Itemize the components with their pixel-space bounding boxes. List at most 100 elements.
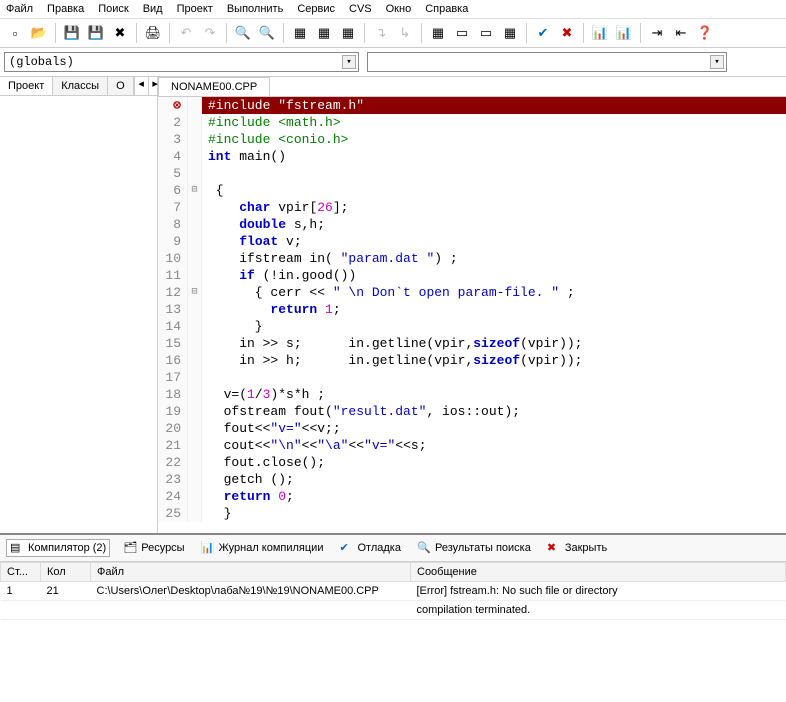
gutter: 25 [158, 505, 188, 522]
side-tab-2[interactable]: О [108, 77, 134, 95]
menu-Проект[interactable]: Проект [177, 3, 213, 15]
globals-combo[interactable]: (globals) ▾ [4, 52, 359, 72]
editor-tab[interactable]: NONAME00.CPP [158, 77, 270, 96]
fold-icon [188, 114, 202, 131]
code-line[interactable]: 25 } [158, 505, 786, 522]
fold-icon [188, 233, 202, 250]
side-tab-0[interactable]: Проект [0, 77, 53, 95]
search-icon: 🔍 [417, 541, 431, 555]
fold-icon [188, 97, 202, 114]
menu-CVS[interactable]: CVS [349, 3, 372, 15]
save-icon[interactable]: 💾 [61, 22, 83, 44]
menu-Файл[interactable]: Файл [6, 3, 33, 15]
fold-icon [188, 505, 202, 522]
code-line[interactable]: 19 ofstream fout("result.dat", ios::out)… [158, 403, 786, 420]
grid-icon[interactable]: ▦ [427, 22, 449, 44]
fold-icon [188, 165, 202, 182]
step-icon[interactable]: ↴ [370, 22, 392, 44]
code-line[interactable]: 24 return 0; [158, 488, 786, 505]
col-file[interactable]: Файл [91, 563, 411, 582]
open-icon[interactable]: 📂 [28, 22, 50, 44]
rebuild-icon[interactable]: ▦ [337, 22, 359, 44]
chart-icon[interactable]: 📊 [589, 22, 611, 44]
side-tab-1[interactable]: Классы [53, 77, 108, 95]
check-icon[interactable]: ✔ [532, 22, 554, 44]
run-icon[interactable]: ▦ [313, 22, 335, 44]
fold-icon [188, 250, 202, 267]
x-icon[interactable]: ✖ [556, 22, 578, 44]
menu-Правка[interactable]: Правка [47, 3, 84, 15]
compile-icon[interactable]: ▦ [289, 22, 311, 44]
message-row[interactable]: 121C:\Users\Олег\Desktop\лаба№19\№19\NON… [1, 582, 786, 601]
code-line[interactable]: 6⊟ { [158, 182, 786, 199]
chevron-down-icon[interactable]: ▾ [342, 55, 356, 69]
code-line[interactable]: 18 v=(1/3)*s*h ; [158, 386, 786, 403]
code-line[interactable]: 7 char vpir[26]; [158, 199, 786, 216]
print-icon[interactable]: 🖨 [142, 22, 164, 44]
code-line[interactable]: 13 return 1; [158, 301, 786, 318]
replace-icon[interactable]: 🔍 [256, 22, 278, 44]
tab-compiler[interactable]: ▤Компилятор (2) [6, 539, 110, 557]
code-line[interactable]: 4int main() [158, 148, 786, 165]
close-icon: ✖ [547, 541, 561, 555]
help-icon[interactable]: ❓ [694, 22, 716, 44]
code-line[interactable]: 22 fout.close(); [158, 454, 786, 471]
code-line[interactable]: 12⊟ { cerr << " \n Don`t open param-file… [158, 284, 786, 301]
message-row[interactable]: compilation terminated. [1, 601, 786, 620]
tab-resources[interactable]: 🗂Ресурсы [120, 540, 187, 556]
code-line[interactable]: 17 [158, 369, 786, 386]
code-line[interactable]: 8 double s,h; [158, 216, 786, 233]
goto2-icon[interactable]: ⇤ [670, 22, 692, 44]
find-icon[interactable]: 🔍 [232, 22, 254, 44]
col-col[interactable]: Кол [41, 563, 91, 582]
chevron-down-icon[interactable]: ▾ [710, 55, 724, 69]
fold-icon [188, 216, 202, 233]
tab-search[interactable]: 🔍Результаты поиска [414, 540, 534, 556]
code-line[interactable]: 10 ifstream in( "param.dat ") ; [158, 250, 786, 267]
code-line[interactable]: 14 } [158, 318, 786, 335]
menu-Выполнить[interactable]: Выполнить [227, 3, 283, 15]
win-icon[interactable]: ▭ [451, 22, 473, 44]
code-text: #include <math.h> [202, 114, 341, 131]
save-all-icon[interactable]: 💾 [85, 22, 107, 44]
code-line[interactable]: 5 [158, 165, 786, 182]
tab-close[interactable]: ✖Закрыть [544, 540, 610, 556]
code-line[interactable]: 2#include <math.h> [158, 114, 786, 131]
code-line[interactable]: 16 in >> h; in.getline(vpir,sizeof(vpir)… [158, 352, 786, 369]
code-line[interactable]: 20 fout<<"v="<<v;; [158, 420, 786, 437]
chart2-icon[interactable]: 📊 [613, 22, 635, 44]
step2-icon[interactable]: ↳ [394, 22, 416, 44]
menu-Сервис[interactable]: Сервис [297, 3, 335, 15]
menu-Окно[interactable]: Окно [386, 3, 412, 15]
col-line[interactable]: Ст... [1, 563, 41, 582]
win2-icon[interactable]: ▭ [475, 22, 497, 44]
goto-icon[interactable]: ⇥ [646, 22, 668, 44]
code-line[interactable]: 21 cout<<"\n"<<"\a"<<"v="<<s; [158, 437, 786, 454]
new-icon[interactable]: ▫ [4, 22, 26, 44]
redo-icon[interactable]: ↷ [199, 22, 221, 44]
fold-icon [188, 267, 202, 284]
code-editor[interactable]: ⊗#include "fstream.h"2#include <math.h>3… [158, 97, 786, 533]
code-line[interactable]: 23 getch (); [158, 471, 786, 488]
menu-Поиск[interactable]: Поиск [98, 3, 128, 15]
tab-debug[interactable]: ✔Отладка [336, 540, 403, 556]
code-line[interactable]: 9 float v; [158, 233, 786, 250]
code-line[interactable]: ⊗#include "fstream.h" [158, 97, 786, 114]
code-text: return 1; [202, 301, 341, 318]
members-combo[interactable]: ▾ [367, 52, 727, 72]
code-line[interactable]: 15 in >> s; in.getline(vpir,sizeof(vpir)… [158, 335, 786, 352]
fold-icon[interactable]: ⊟ [188, 182, 202, 199]
undo-icon[interactable]: ↶ [175, 22, 197, 44]
code-line[interactable]: 11 if (!in.good()) [158, 267, 786, 284]
tab-log[interactable]: 📊Журнал компиляции [198, 540, 327, 556]
code-text: #include "fstream.h" [202, 97, 786, 114]
code-text [202, 165, 208, 182]
scroll-left-icon[interactable]: ◂ [134, 77, 148, 95]
win3-icon[interactable]: ▦ [499, 22, 521, 44]
fold-icon[interactable]: ⊟ [188, 284, 202, 301]
close-icon[interactable]: ✖ [109, 22, 131, 44]
code-line[interactable]: 3#include <conio.h> [158, 131, 786, 148]
menu-Вид[interactable]: Вид [143, 3, 163, 15]
menu-Справка[interactable]: Справка [425, 3, 468, 15]
col-msg[interactable]: Сообщение [411, 563, 786, 582]
